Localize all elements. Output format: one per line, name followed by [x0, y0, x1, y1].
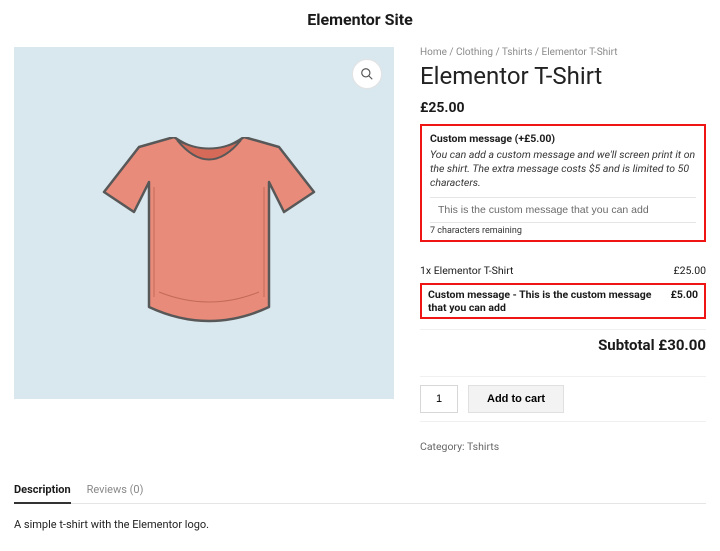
tab-description[interactable]: Description — [14, 483, 71, 504]
line-item-addon: Custom message - This is the custom mess… — [420, 283, 706, 319]
custom-message-input[interactable] — [430, 197, 696, 223]
category-label: Category: — [420, 440, 465, 453]
product-title: Elementor T-Shirt — [420, 62, 706, 90]
product-meta: Category: Tshirts — [420, 440, 706, 453]
line-item-product: 1x Elementor T-Shirt £25.00 — [420, 260, 706, 281]
quantity-input[interactable] — [420, 385, 458, 413]
product-tabs: Description Reviews (0) — [14, 483, 706, 504]
category-link[interactable]: Tshirts — [467, 440, 499, 453]
line-amount: £25.00 — [674, 264, 706, 277]
product-image — [99, 137, 319, 327]
tab-content-description: A simple t-shirt with the Elementor logo… — [14, 518, 706, 531]
product-price: £25.00 — [420, 100, 706, 116]
product-gallery[interactable] — [14, 47, 394, 399]
zoom-icon[interactable] — [352, 59, 382, 89]
subtotal-amount: £30.00 — [658, 336, 706, 354]
add-to-cart-button[interactable]: Add to cart — [468, 385, 564, 413]
custom-message-addon: Custom message (+£5.00) You can add a cu… — [420, 124, 706, 242]
subtotal: Subtotal £30.00 — [420, 329, 706, 354]
breadcrumb[interactable]: Home / Clothing / Tshirts / Elementor T-… — [420, 47, 706, 58]
tab-reviews[interactable]: Reviews (0) — [87, 483, 144, 503]
subtotal-label: Subtotal — [598, 336, 655, 354]
site-title: Elementor Site — [14, 10, 706, 29]
line-label: 1x Elementor T-Shirt — [420, 264, 513, 277]
addon-help: You can add a custom message and we'll s… — [430, 148, 696, 191]
line-amount: £5.00 — [671, 288, 698, 314]
addon-label: Custom message (+£5.00) — [430, 132, 696, 145]
chars-remaining: 7 characters remaining — [430, 223, 696, 236]
line-label: Custom message - This is the custom mess… — [428, 288, 671, 314]
